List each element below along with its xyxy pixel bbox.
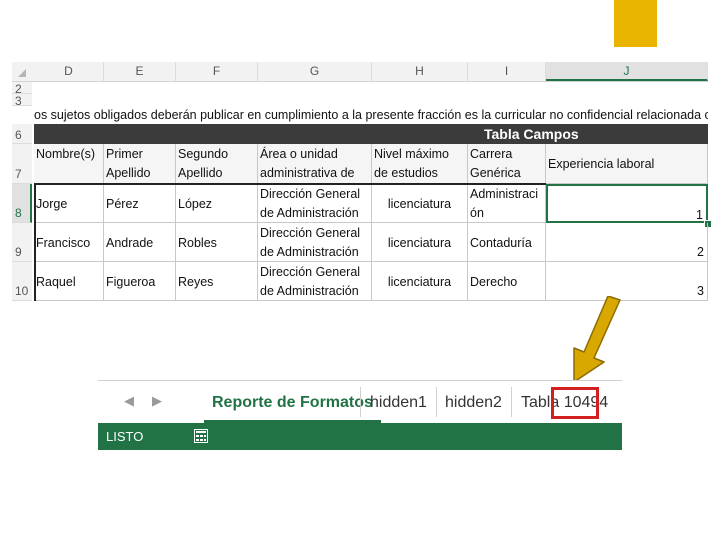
column-header-h[interactable]: H: [372, 62, 468, 81]
row-header-8[interactable]: 8: [12, 184, 32, 223]
table-cell[interactable]: licenciatura: [372, 262, 468, 301]
chevron-left-icon[interactable]: ◀: [124, 393, 134, 409]
status-bar: LISTO: [98, 423, 622, 450]
notice-text: os sujetos obligados deberán publicar en…: [34, 108, 708, 122]
table-cell[interactable]: 2: [546, 223, 708, 262]
table-title-band: Tabla Campos: [34, 124, 708, 145]
row-header-10[interactable]: 10: [12, 262, 32, 301]
row-header-6[interactable]: 6: [12, 124, 32, 144]
column-header-f[interactable]: F: [176, 62, 258, 81]
table-cell[interactable]: Reyes: [176, 262, 258, 301]
table-cell[interactable]: Andrade: [104, 223, 176, 262]
yellow-accent-square: [614, 0, 657, 47]
status-text: LISTO: [106, 429, 144, 444]
tab-separator: [360, 387, 361, 417]
chevron-right-icon[interactable]: ▶: [152, 393, 162, 409]
table-cell[interactable]: Dirección General de Administración: [258, 223, 372, 262]
column-header-i[interactable]: I: [468, 62, 546, 81]
column-header-d[interactable]: D: [34, 62, 104, 81]
tab-hidden2[interactable]: hidden2: [445, 381, 502, 423]
column-header-j[interactable]: J: [546, 62, 708, 81]
table-cell[interactable]: Derecho: [468, 262, 546, 301]
sheet-tab-bar: ◀ ▶ Reporte de Formatos hidden1 hidden2 …: [98, 380, 622, 424]
row-header-3[interactable]: 3: [12, 94, 32, 108]
header-nivel-estudios[interactable]: Nivel máximo de estudios: [372, 144, 468, 184]
page-layout-icon[interactable]: [194, 429, 208, 443]
table-cell[interactable]: Figueroa: [104, 262, 176, 301]
table-cell[interactable]: Dirección General de Administración: [258, 262, 372, 301]
header-nombre[interactable]: Nombre(s): [34, 144, 104, 184]
table-title: Tabla Campos: [484, 126, 579, 142]
header-carrera[interactable]: Carrera Genérica: [468, 144, 546, 184]
table-cell[interactable]: Raquel: [34, 262, 104, 301]
tab-separator: [511, 387, 512, 417]
spreadsheet-grid: D E F G H I J 2 3 6 7 8 9 10 os sujetos …: [12, 62, 712, 302]
highlight-box: [551, 387, 599, 419]
header-primer-apellido[interactable]: Primer Apellido: [104, 144, 176, 184]
row-header-9[interactable]: 9: [12, 223, 32, 262]
table-cell[interactable]: Dirección General de Administración: [258, 184, 372, 223]
table-cell[interactable]: Administración: [468, 184, 546, 223]
tab-hidden1[interactable]: hidden1: [370, 381, 427, 423]
header-experiencia[interactable]: Experiencia laboral: [546, 144, 708, 184]
table-cell[interactable]: López: [176, 184, 258, 223]
column-header-e[interactable]: E: [104, 62, 176, 81]
tab-separator: [436, 387, 437, 417]
table-cell[interactable]: Pérez: [104, 184, 176, 223]
row-header-7[interactable]: 7: [12, 144, 32, 184]
table-cell[interactable]: Jorge: [34, 184, 104, 223]
table-cell[interactable]: Robles: [176, 223, 258, 262]
table-cell[interactable]: Francisco: [34, 223, 104, 262]
column-header-g[interactable]: G: [258, 62, 372, 81]
selected-cell[interactable]: 1: [546, 184, 708, 223]
table-cell[interactable]: licenciatura: [372, 223, 468, 262]
column-header-row: D E F G H I J: [12, 62, 708, 82]
row-header-2[interactable]: 2: [12, 82, 32, 96]
tab-reporte-de-formatos[interactable]: Reporte de Formatos: [204, 381, 381, 423]
select-all-corner[interactable]: [18, 69, 26, 77]
table-cell[interactable]: licenciatura: [372, 184, 468, 223]
header-segundo-apellido[interactable]: Segundo Apellido: [176, 144, 258, 184]
down-left-arrow-icon: [573, 296, 621, 383]
header-area[interactable]: Área o unidad administrativa de: [258, 144, 372, 184]
table-cell[interactable]: Contaduría: [468, 223, 546, 262]
